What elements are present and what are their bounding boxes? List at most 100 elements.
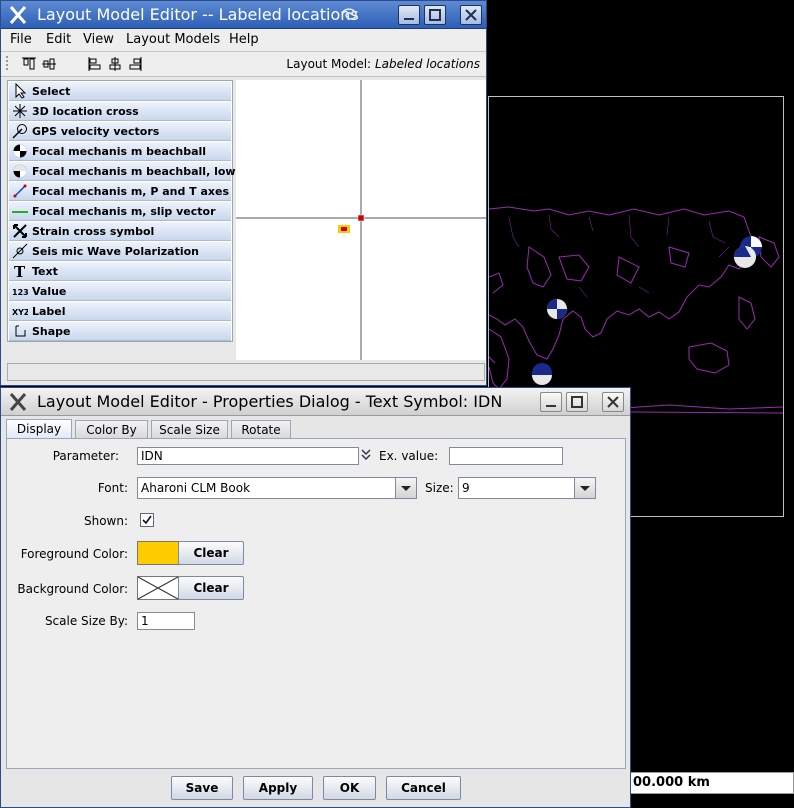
menu-file[interactable]: File <box>10 32 32 47</box>
double-chevron-down-icon[interactable] <box>361 448 371 462</box>
fg-color-label: Foreground Color: <box>20 547 128 561</box>
align-left-icon[interactable] <box>87 56 103 72</box>
button-label: Apply <box>258 781 298 795</box>
layout-crosshair <box>236 80 486 360</box>
beachball-lower-half-icon <box>13 164 27 178</box>
beachball-marker <box>734 246 756 268</box>
close-button[interactable] <box>602 392 624 412</box>
layout-model-editor-window[interactable]: Layout Model Editor -- Labeled locations… <box>0 0 487 386</box>
x-logo-icon <box>9 6 27 24</box>
font-dropdown-button[interactable] <box>395 478 416 498</box>
spiral-logo-icon <box>341 8 357 20</box>
button-label: Cancel <box>401 781 446 795</box>
parameter-field[interactable]: IDN <box>137 447 359 465</box>
parameter-value: IDN <box>141 449 163 463</box>
fg-clear-button[interactable]: Clear <box>178 541 244 565</box>
apply-button[interactable]: Apply <box>243 776 313 800</box>
beachball-marker <box>532 363 552 385</box>
button-label: OK <box>339 781 360 795</box>
pt-axes-icon <box>13 184 27 198</box>
shape-icon <box>15 325 26 337</box>
tool-label: Label <box>32 305 66 318</box>
tab-rotate[interactable]: Rotate <box>231 420 291 439</box>
layout-model-prefix: Layout Model: <box>286 57 372 71</box>
menu-layout-models[interactable]: Layout Models <box>126 32 220 47</box>
tool-label: 3D location cross <box>32 105 139 118</box>
maximize-button[interactable] <box>424 5 446 25</box>
tool-value[interactable]: 123 Value <box>9 282 231 301</box>
value-123-icon: 123 <box>12 288 28 297</box>
align-middle-icon[interactable] <box>41 56 57 72</box>
editor-titlebar[interactable]: Layout Model Editor -- Labeled locations <box>1 1 486 29</box>
tool-seismic-wave-polarization[interactable]: Seis mic Wave Polarization <box>9 242 231 261</box>
scale-size-label: Scale Size By: <box>44 614 128 628</box>
tab-label: Color By <box>86 423 137 437</box>
beachball-icon <box>13 144 27 158</box>
parameter-label: Parameter: <box>52 449 119 463</box>
scale-size-value: 1 <box>141 614 149 628</box>
align-top-icon[interactable] <box>21 56 37 72</box>
minimize-button[interactable] <box>398 5 420 25</box>
shown-label: Shown: <box>83 514 128 528</box>
properties-dialog[interactable]: Layout Model Editor - Properties Dialog … <box>0 387 631 808</box>
tool-select[interactable]: Select <box>9 82 231 101</box>
tool-label: Select <box>32 85 71 98</box>
fg-color-swatch[interactable] <box>137 541 179 565</box>
tool-label: Focal mechanis m, P and T axes <box>32 185 230 198</box>
tool-3d-location-cross[interactable]: 3D location cross <box>9 102 231 121</box>
layout-model-indicator: Layout Model: Labeled locations <box>286 57 480 71</box>
ok-button[interactable]: OK <box>323 776 376 800</box>
button-label: Clear <box>193 581 229 595</box>
map-scale-readout: 00.000 km <box>630 772 794 794</box>
font-select[interactable]: Aharoni CLM Book <box>137 477 417 499</box>
toolbar: Layout Model: Labeled locations <box>1 52 486 77</box>
tool-label[interactable]: XYZ Label <box>9 302 231 321</box>
tool-label: Seis mic Wave Polarization <box>32 245 199 258</box>
cancel-button[interactable]: Cancel <box>386 776 461 800</box>
asterisk-cross-icon <box>13 104 27 118</box>
tab-scale-size[interactable]: Scale Size <box>151 420 228 439</box>
tool-focal-slip-vector[interactable]: Focal mechanis m, slip vector <box>9 202 231 221</box>
close-button[interactable] <box>460 5 482 25</box>
tab-label: Scale Size <box>159 423 220 437</box>
tool-shape[interactable]: Shape <box>9 322 231 341</box>
layout-canvas[interactable] <box>236 80 486 360</box>
label-xyz-icon: XYZ <box>12 308 28 317</box>
minimize-icon <box>404 18 414 20</box>
maximize-button[interactable] <box>566 392 588 412</box>
exvalue-field[interactable] <box>449 447 563 465</box>
x-logo-icon <box>9 393 27 411</box>
strain-cross-icon <box>13 224 27 238</box>
scale-size-field[interactable]: 1 <box>137 612 195 630</box>
button-label: Clear <box>193 546 229 560</box>
size-label: Size: <box>425 481 454 495</box>
bg-color-swatch-empty[interactable] <box>137 576 179 600</box>
size-select[interactable]: 9 <box>458 477 596 499</box>
editor-title: Layout Model Editor -- Labeled locations <box>37 5 359 24</box>
tool-strain-cross[interactable]: Strain cross symbol <box>9 222 231 241</box>
tool-text[interactable]: T Text <box>9 262 231 281</box>
tool-focal-pt-axes[interactable]: Focal mechanis m, P and T axes <box>9 182 231 201</box>
shown-checkbox[interactable] <box>140 513 155 528</box>
menu-help[interactable]: Help <box>229 32 259 47</box>
tab-color-by[interactable]: Color By <box>75 420 148 439</box>
dialog-titlebar[interactable]: Layout Model Editor - Properties Dialog … <box>1 388 630 416</box>
align-center-icon[interactable] <box>107 56 123 72</box>
tool-label: GPS velocity vectors <box>32 125 160 138</box>
size-dropdown-button[interactable] <box>574 478 595 498</box>
save-button[interactable]: Save <box>171 776 233 800</box>
bg-clear-button[interactable]: Clear <box>178 576 244 600</box>
tool-focal-beachball-lower-half[interactable]: Focal mechanis m beachball, lower half <box>9 162 276 181</box>
dialog-button-row: Save Apply OK Cancel <box>1 770 630 807</box>
tool-label: Focal mechanis m beachball <box>32 145 207 158</box>
menu-view[interactable]: View <box>83 32 114 47</box>
text-symbol-marker[interactable] <box>337 224 351 234</box>
tool-focal-beachball[interactable]: Focal mechanis m beachball <box>9 142 231 161</box>
align-right-icon[interactable] <box>127 56 143 72</box>
menu-edit[interactable]: Edit <box>46 32 71 47</box>
layout-model-name: Labeled locations <box>374 57 480 71</box>
minimize-button[interactable] <box>540 392 562 412</box>
tool-gps-velocity-vectors[interactable]: GPS velocity vectors <box>9 122 231 141</box>
close-icon <box>465 9 477 21</box>
tab-display[interactable]: Display <box>6 419 72 440</box>
